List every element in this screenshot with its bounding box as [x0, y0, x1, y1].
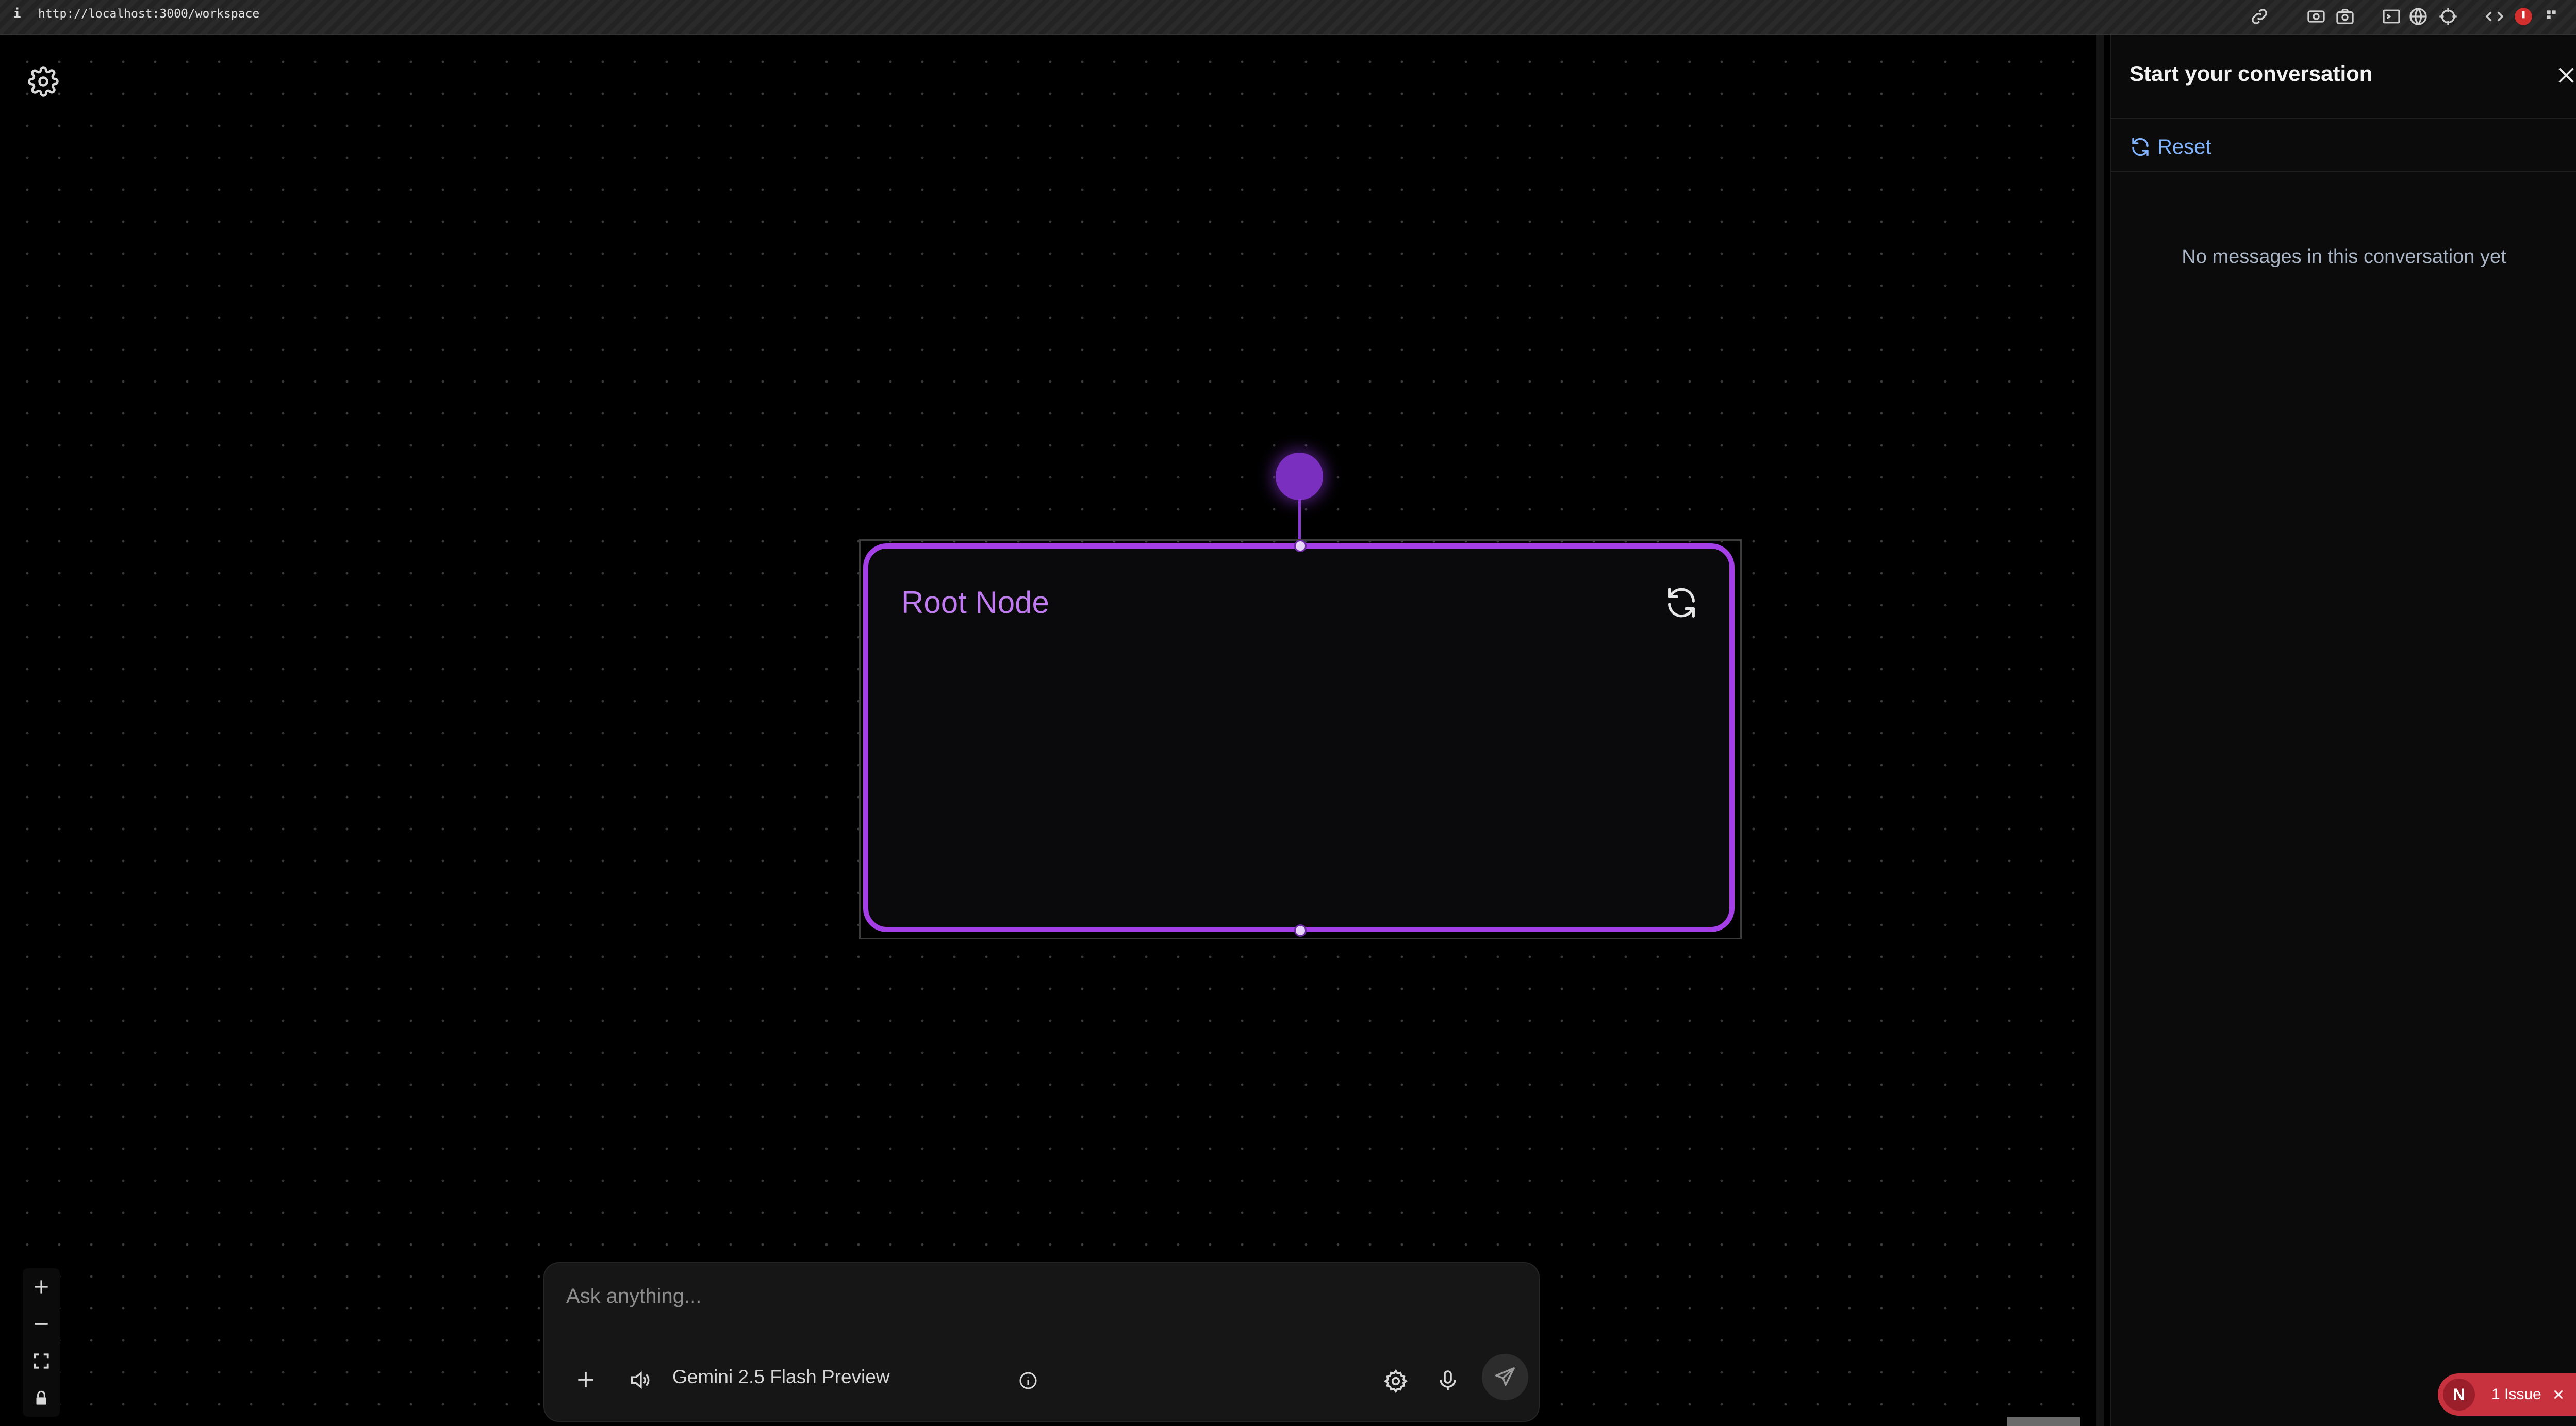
- info-icon[interactable]: [1018, 1370, 1038, 1391]
- browser-toolbar: i http://localhost:3000/workspace: [0, 0, 2576, 35]
- address-bar-url[interactable]: http://localhost:3000/workspace: [38, 7, 259, 21]
- node-top-handle[interactable]: [1294, 540, 1307, 552]
- crosshair-icon[interactable]: [2438, 6, 2458, 27]
- plus-icon[interactable]: [574, 1368, 597, 1391]
- model-selector[interactable]: Gemini 2.5 Flash Preview: [672, 1366, 890, 1388]
- extension-icon[interactable]: [2513, 6, 2534, 27]
- refresh-icon: [2129, 136, 2151, 158]
- reset-button[interactable]: Reset: [2129, 131, 2211, 162]
- canvas-horizontal-scrollbar-thumb[interactable]: [2007, 1417, 2080, 1426]
- chat-input[interactable]: [565, 1278, 1516, 1315]
- divider: [2111, 171, 2576, 172]
- node-bottom-handle[interactable]: [1294, 924, 1307, 937]
- lock-icon[interactable]: [23, 1380, 60, 1417]
- reset-label: Reset: [2157, 135, 2211, 158]
- close-icon[interactable]: [2551, 1387, 2566, 1402]
- gear-icon[interactable]: [28, 66, 59, 97]
- globe-icon[interactable]: [2408, 6, 2429, 27]
- code-icon[interactable]: [2484, 6, 2505, 27]
- divider: [2111, 118, 2576, 119]
- link-icon[interactable]: [2249, 6, 2270, 27]
- chat-input-box: Gemini 2.5 Flash Preview: [543, 1262, 1540, 1422]
- puzzle-icon[interactable]: [2542, 6, 2563, 27]
- conversation-panel: Start your conversation Reset No message…: [2110, 35, 2576, 1426]
- zoom-in-icon[interactable]: [23, 1268, 60, 1305]
- node-title: Root Node: [901, 585, 1049, 620]
- canvas-vertical-scrollbar[interactable]: [2096, 35, 2104, 1426]
- site-info-icon[interactable]: i: [13, 6, 21, 21]
- edge-connector: [1298, 499, 1301, 545]
- empty-conversation-message: No messages in this conversation yet: [2182, 246, 2506, 268]
- microphone-icon[interactable]: [1435, 1368, 1460, 1393]
- zoom-controls: [23, 1268, 60, 1417]
- terminal-icon[interactable]: [2381, 6, 2402, 27]
- nextjs-logo: N: [2443, 1379, 2475, 1411]
- node-input-handle[interactable]: [1276, 453, 1323, 500]
- panel-title: Start your conversation: [2129, 61, 2373, 86]
- root-node[interactable]: Root Node: [863, 543, 1735, 932]
- speaker-icon[interactable]: [628, 1368, 652, 1392]
- dev-issues-badge[interactable]: N 1 Issue: [2438, 1373, 2576, 1416]
- close-icon[interactable]: [2554, 63, 2576, 87]
- issue-count-label[interactable]: 1 Issue: [2491, 1386, 2541, 1403]
- zoom-out-icon[interactable]: [23, 1305, 60, 1342]
- video-icon[interactable]: [2306, 6, 2326, 27]
- send-icon[interactable]: [1482, 1354, 1528, 1400]
- gear-icon[interactable]: [1383, 1368, 1409, 1394]
- fit-view-icon[interactable]: [23, 1342, 60, 1380]
- camera-icon[interactable]: [2335, 6, 2355, 27]
- refresh-icon[interactable]: [1663, 585, 1699, 621]
